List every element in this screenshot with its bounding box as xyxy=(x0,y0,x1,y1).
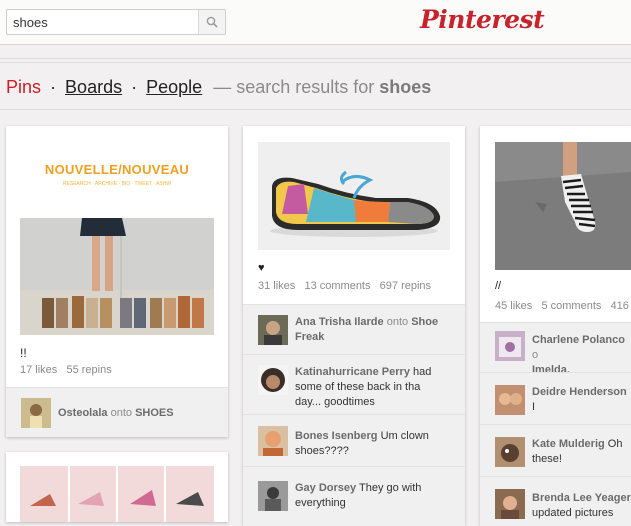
activity-comment: everything xyxy=(295,497,346,509)
pin-activity[interactable]: Osteolala onto SHOES xyxy=(6,387,228,437)
avatar[interactable] xyxy=(495,331,525,361)
pin-activity[interactable]: Gay Dorsey They go with everything xyxy=(243,466,465,526)
search-query: shoes xyxy=(379,77,432,97)
top-bar: Pinterest xyxy=(0,0,631,45)
pin-description: // xyxy=(495,280,502,292)
divider xyxy=(0,58,631,59)
shoes-photo xyxy=(20,218,214,335)
activity-onto: o xyxy=(532,349,539,361)
activity-user[interactable]: Gay Dorsey xyxy=(295,482,356,494)
avatar[interactable] xyxy=(495,385,525,415)
pinterest-logo[interactable]: Pinterest xyxy=(420,5,545,34)
activity-user[interactable]: Kate Mulderig xyxy=(532,438,605,450)
activity-board[interactable]: Freak xyxy=(295,331,324,343)
search-box xyxy=(6,9,226,35)
avatar[interactable] xyxy=(258,426,288,456)
activity-comment: updated pictures xyxy=(532,507,614,519)
pin-activity[interactable]: Brenda Lee Yeager updated pictures xyxy=(480,476,631,526)
activity-user[interactable]: Brenda Lee Yeager xyxy=(532,492,631,504)
breadcrumb: Pins · Boards · People — search results … xyxy=(6,77,431,98)
pin-activity[interactable]: Charlene Polanco o Imelda. xyxy=(480,322,631,376)
activity-comment: had xyxy=(413,366,432,378)
activity-user[interactable]: Ana Trisha Ilarde xyxy=(295,316,384,328)
activity-comment: I xyxy=(532,401,536,413)
results-label: — search results for xyxy=(213,77,375,97)
activity-comment: They go with xyxy=(359,482,422,494)
people-filter-link[interactable]: People xyxy=(146,77,202,97)
avatar[interactable] xyxy=(258,315,288,345)
search-icon xyxy=(206,16,218,28)
pin-image[interactable]: NOUVELLE/NOUVEAU RESEARCH · ARCHIVE · BI… xyxy=(20,150,214,335)
pin-card[interactable]: // 45 likes 5 comments 416 r Charlene Po… xyxy=(480,126,631,526)
boards-filter-link[interactable]: Boards xyxy=(65,77,122,97)
brand-title: NOUVELLE/NOUVEAU xyxy=(44,162,190,177)
activity-comment: some of these back in tha xyxy=(295,381,421,393)
activity-onto: onto xyxy=(110,407,133,419)
activity-user[interactable]: Deidre Henderson xyxy=(532,386,627,398)
search-button[interactable] xyxy=(198,10,225,34)
activity-onto: onto xyxy=(386,316,409,328)
pin-card[interactable]: NOUVELLE/NOUVEAU RESEARCH · ARCHIVE · BI… xyxy=(6,126,228,437)
pin-stats: 45 likes 5 comments 416 r xyxy=(495,300,631,312)
activity-comment: Um clown xyxy=(380,430,429,442)
pin-image[interactable] xyxy=(20,466,214,522)
pin-activity[interactable]: Ana Trisha Ilarde onto Shoe Freak xyxy=(243,304,465,354)
search-input[interactable] xyxy=(7,10,203,34)
activity-user[interactable]: Osteolala xyxy=(58,407,108,419)
avatar[interactable] xyxy=(495,437,525,467)
pin-card[interactable]: ♥ 31 likes 13 comments 697 repins Ana Tr… xyxy=(243,126,465,526)
divider xyxy=(0,109,631,110)
pin-activity[interactable]: Katinahurricane Perry had some of these … xyxy=(243,354,465,414)
activity-comment: Oh xyxy=(607,438,623,450)
avatar[interactable] xyxy=(495,489,525,519)
activity-user[interactable]: Katinahurricane Perry xyxy=(295,366,410,378)
pin-description: !! xyxy=(20,346,27,360)
pin-card[interactable] xyxy=(6,452,228,522)
activity-comment: day... goodtimes xyxy=(295,396,375,408)
brand-nav: RESEARCH · ARCHIVE · BIO · TWEET · ASHW xyxy=(62,181,172,187)
pin-image[interactable] xyxy=(258,142,450,250)
pin-activity[interactable]: Deidre Henderson I xyxy=(480,372,631,424)
activity-user[interactable]: Bones Isenberg xyxy=(295,430,378,442)
pin-activity[interactable]: Kate Mulderig Oh these! xyxy=(480,424,631,476)
avatar[interactable] xyxy=(21,398,51,428)
avatar[interactable] xyxy=(258,481,288,511)
divider xyxy=(0,62,631,63)
pins-filter-link[interactable]: Pins xyxy=(6,77,41,97)
pin-activity[interactable]: Bones Isenberg Um clown shoes???? xyxy=(243,414,465,466)
activity-user[interactable]: Charlene Polanco xyxy=(532,334,625,346)
pin-stats: 17 likes 55 repins xyxy=(20,364,112,376)
avatar[interactable] xyxy=(258,365,288,395)
separator: · xyxy=(50,77,57,97)
activity-board[interactable]: SHOES xyxy=(135,407,174,419)
separator: · xyxy=(131,77,138,97)
activity-comment: these! xyxy=(532,453,562,465)
pin-image[interactable] xyxy=(495,142,631,270)
pin-stats: 31 likes 13 comments 697 repins xyxy=(258,280,432,292)
pin-description: ♥ xyxy=(258,262,265,274)
activity-comment: shoes???? xyxy=(295,445,349,457)
activity-board[interactable]: Shoe xyxy=(411,316,438,328)
